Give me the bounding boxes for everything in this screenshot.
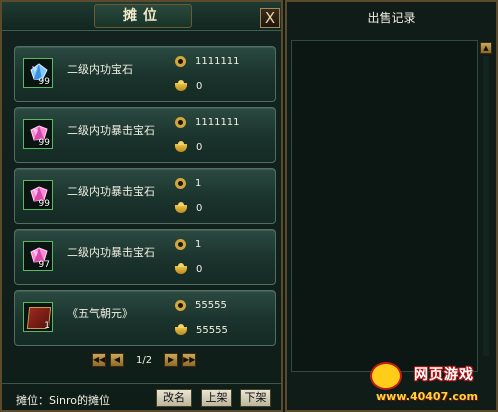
ingot-price-value: 55555: [196, 325, 228, 336]
coin-price: 55555: [175, 300, 227, 311]
coin-icon: [175, 56, 186, 67]
ingot-price: 55555: [175, 323, 228, 336]
record-title: 出售记录: [367, 11, 416, 25]
rename-button[interactable]: 改名: [156, 389, 192, 407]
coin-price: 1: [175, 178, 201, 189]
item-icon-frame[interactable]: 99: [23, 119, 53, 149]
unlist-item-button[interactable]: 下架: [240, 389, 271, 407]
item-name: 《五气朝元》: [67, 307, 133, 320]
site-watermark: 网页游戏 www.40407.com: [366, 360, 496, 410]
ingot-icon: [175, 201, 187, 213]
item-icon-frame[interactable]: 97: [23, 241, 53, 271]
item-icon-frame[interactable]: 99: [23, 58, 53, 88]
coin-icon: [175, 178, 186, 189]
coin-price-value: 1: [195, 239, 202, 250]
stall-item-list: 99 二级内功宝石 1111111 0 99 二级内功暴击宝石 1111111 …: [14, 46, 276, 351]
item-icon-frame[interactable]: 99: [23, 180, 53, 210]
ingot-icon: [175, 140, 187, 152]
ingot-price: 0: [175, 79, 203, 92]
coin-price: 1: [175, 239, 201, 250]
coin-price-value: 1111111: [195, 117, 240, 128]
record-list: [291, 40, 478, 372]
stall-slot[interactable]: 99 二级内功宝石 1111111 0: [14, 46, 276, 102]
stall-footer: 摊位：Sinro的摊位 改名 上架 下架: [2, 383, 281, 411]
ingot-price: 0: [175, 201, 203, 214]
watermark-url: www.40407.com: [376, 390, 478, 403]
next-page-button[interactable]: ▶: [164, 353, 179, 367]
pager: ◀◀ ◀ 1/2 ▶ ▶▶: [92, 352, 200, 368]
first-page-button[interactable]: ◀◀: [92, 353, 106, 367]
stall-slot[interactable]: 1 《五气朝元》 55555 55555: [14, 290, 276, 346]
ingot-price-value: 0: [196, 142, 203, 153]
coin-price-value: 55555: [195, 300, 227, 311]
item-quantity: 99: [38, 138, 50, 148]
stall-title-bar[interactable]: 摊位: [2, 2, 281, 31]
coin-price-value: 1111111: [195, 56, 240, 67]
ingot-icon: [175, 79, 187, 91]
item-quantity: 99: [38, 199, 50, 209]
item-name: 二级内功宝石: [67, 63, 133, 76]
item-quantity: 97: [38, 260, 50, 270]
item-quantity: 1: [44, 321, 50, 331]
ingot-price-value: 0: [196, 203, 203, 214]
page-indicator: 1/2: [136, 354, 153, 366]
coin-icon: [175, 239, 186, 250]
item-quantity: 99: [38, 77, 50, 87]
ingot-price: 0: [175, 140, 203, 153]
watermark-brand: 网页游戏: [414, 367, 474, 383]
item-icon-frame[interactable]: 1: [23, 302, 53, 332]
mascot-logo-icon: [370, 362, 402, 390]
stall-slot[interactable]: 97 二级内功暴击宝石 1 0: [14, 229, 276, 285]
stall-title: 摊位: [94, 4, 192, 28]
scrollbar[interactable]: [483, 56, 489, 356]
item-name: 二级内功暴击宝石: [67, 246, 155, 259]
ingot-icon: [175, 323, 187, 335]
coin-icon: [175, 117, 186, 128]
coin-price: 1111111: [175, 117, 240, 128]
coin-icon: [175, 300, 186, 311]
stall-name: 摊位：Sinro的摊位: [16, 394, 111, 407]
last-page-button[interactable]: ▶▶: [182, 353, 197, 367]
ingot-price-value: 0: [196, 264, 203, 275]
prev-page-button[interactable]: ◀: [110, 353, 124, 367]
stall-slot[interactable]: 99 二级内功暴击宝石 1 0: [14, 168, 276, 224]
ingot-price: 0: [175, 262, 203, 275]
scroll-up-button[interactable]: ▲: [480, 42, 492, 54]
list-item-button[interactable]: 上架: [201, 389, 232, 407]
coin-price-value: 1: [195, 178, 202, 189]
ingot-icon: [175, 262, 187, 274]
close-button[interactable]: X: [260, 8, 280, 28]
stall-window: 摊位 X 99 二级内功宝石 1111111 0 99 二级内功暴击宝石 111…: [0, 0, 283, 412]
stall-slot[interactable]: 99 二级内功暴击宝石 1111111 0: [14, 107, 276, 163]
item-name: 二级内功暴击宝石: [67, 185, 155, 198]
sales-record-window: 出售记录 ▲: [285, 0, 498, 412]
item-name: 二级内功暴击宝石: [67, 124, 155, 137]
ingot-price-value: 0: [196, 81, 203, 92]
coin-price: 1111111: [175, 56, 240, 67]
